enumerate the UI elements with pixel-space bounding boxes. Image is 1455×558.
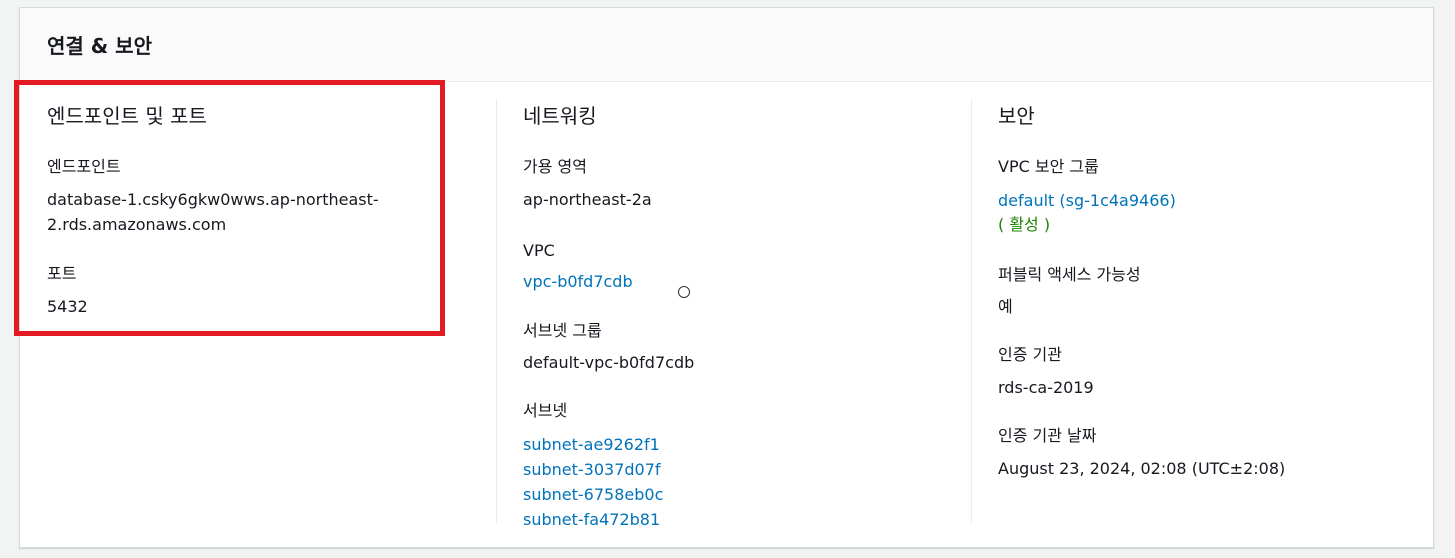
- endpoint-value-line1[interactable]: database-1.csky6gkw0wws.ap-northeast-: [47, 187, 379, 212]
- subnet-link[interactable]: subnet-fa472b81: [523, 507, 660, 532]
- subnet-link[interactable]: subnet-ae9262f1: [523, 432, 660, 457]
- public-access-value: 예: [998, 297, 1013, 316]
- endpoint-value-line2[interactable]: 2.rds.amazonaws.com: [47, 212, 226, 237]
- networking-title: 네트워킹: [523, 104, 597, 128]
- subnet-link[interactable]: subnet-6758eb0c: [523, 482, 663, 507]
- security-title: 보안: [998, 104, 1035, 128]
- vpc-security-group-label: VPC 보안 그룹: [998, 157, 1099, 176]
- public-access-label: 퍼블릭 액세스 가능성: [998, 265, 1141, 284]
- vpc-link[interactable]: vpc-b0fd7cdb: [523, 269, 633, 294]
- availability-zone-value: ap-northeast-2a: [523, 190, 652, 209]
- subnets-label: 서브넷: [523, 401, 568, 420]
- certificate-authority-date-label: 인증 기관 날짜: [998, 426, 1097, 445]
- endpoint-port-title: 엔드포인트 및 포트: [47, 104, 207, 128]
- subnet-group-value: default-vpc-b0fd7cdb: [523, 353, 695, 372]
- certificate-authority-value: rds-ca-2019: [998, 378, 1094, 397]
- panel-title: 연결 & 보안: [47, 34, 152, 58]
- subnet-link[interactable]: subnet-3037d07f: [523, 457, 661, 482]
- panel-columns: 엔드포인트 및 포트 엔드포인트 database-1.csky6gkw0wws…: [20, 82, 1433, 547]
- connectivity-security-panel: 연결 & 보안 엔드포인트 및 포트 엔드포인트 database-1.csky…: [19, 7, 1434, 548]
- panel-header: 연결 & 보안: [20, 8, 1433, 82]
- security-group-status: ( 활성 ): [998, 215, 1051, 234]
- certificate-authority-label: 인증 기관: [998, 345, 1062, 364]
- mouse-cursor-icon: [678, 286, 690, 298]
- availability-zone-label: 가용 영역: [523, 157, 587, 176]
- port-label: 포트: [47, 264, 77, 283]
- port-value[interactable]: 5432: [47, 294, 88, 319]
- certificate-authority-date-value: August 23, 2024, 02:08 (UTC±2:08): [998, 459, 1286, 478]
- column-divider: [496, 99, 497, 524]
- endpoint-label: 엔드포인트: [47, 157, 121, 176]
- vpc-label: VPC: [523, 241, 555, 260]
- security-group-link[interactable]: default (sg-1c4a9466): [998, 188, 1176, 213]
- subnet-group-label: 서브넷 그룹: [523, 321, 602, 340]
- column-divider: [971, 99, 972, 524]
